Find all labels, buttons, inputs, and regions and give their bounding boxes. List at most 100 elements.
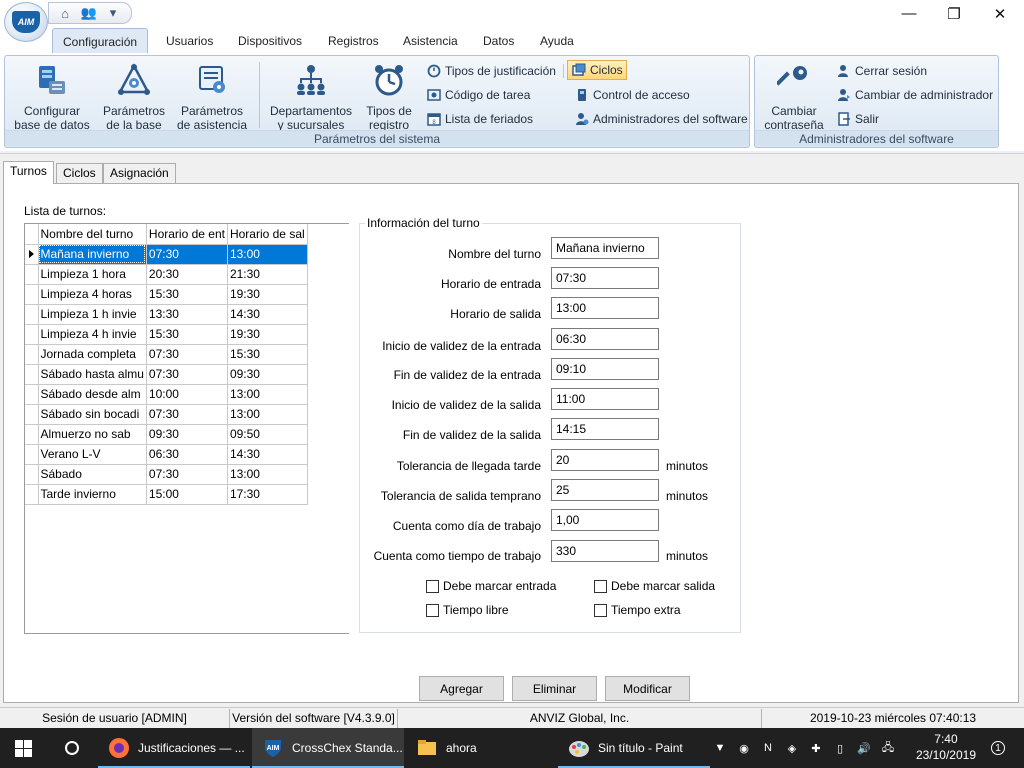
row-selector[interactable] <box>25 424 39 445</box>
tab-ayuda[interactable]: Ayuda <box>530 28 584 54</box>
tab-asignacion[interactable]: Asignación <box>103 163 176 183</box>
entry-validity-start-input[interactable] <box>551 328 659 350</box>
cell-end[interactable]: 14:30 <box>227 304 308 325</box>
cell-start[interactable]: 07:30 <box>146 464 228 485</box>
taskbar-clock[interactable]: 7:40 23/10/2019 <box>916 731 976 763</box>
cell-start[interactable]: 20:30 <box>146 264 228 285</box>
tray-app-icon[interactable]: ◉ <box>736 740 752 756</box>
row-selector[interactable] <box>25 304 39 325</box>
cell-end[interactable]: 21:30 <box>227 264 308 285</box>
row-selector[interactable] <box>25 244 39 265</box>
cell-end[interactable]: 15:30 <box>227 344 308 365</box>
table-row[interactable]: Limpieza 4 h invie 15:30 19:30 <box>25 324 308 345</box>
late-tolerance-input[interactable] <box>551 449 659 471</box>
base-parameters-button[interactable]: Parámetros de la base <box>99 60 169 132</box>
modify-button[interactable]: Modificar <box>605 676 690 701</box>
tab-dispositivos[interactable]: Dispositivos <box>228 28 312 54</box>
row-selector[interactable] <box>25 324 39 345</box>
cell-end[interactable]: 09:50 <box>227 424 308 445</box>
justification-types-button[interactable]: Tipos de justificación <box>423 61 559 81</box>
cell-shift-name[interactable]: Limpieza 4 h invie <box>38 324 147 345</box>
entry-validity-end-input[interactable] <box>551 358 659 380</box>
cell-start[interactable]: 15:30 <box>146 284 228 305</box>
tab-configuracion[interactable]: Configuración <box>52 28 149 54</box>
table-row[interactable]: Sábado hasta almu 07:30 09:30 <box>25 364 308 385</box>
tray-security-icon[interactable]: ◈ <box>784 740 800 756</box>
table-row[interactable]: Verano L-V 06:30 14:30 <box>25 444 308 465</box>
cell-start[interactable]: 06:30 <box>146 444 228 465</box>
cell-end[interactable]: 13:00 <box>227 464 308 485</box>
tab-usuarios[interactable]: Usuarios <box>156 28 223 54</box>
checkbox-box[interactable] <box>594 603 607 617</box>
cell-start[interactable]: 09:30 <box>146 424 228 445</box>
row-selector[interactable] <box>25 464 39 485</box>
taskbar-crosschex[interactable]: AIM CrossChex Standa... <box>252 728 404 768</box>
cell-shift-name[interactable]: Mañana invierno <box>38 244 147 265</box>
logout-button[interactable]: Cerrar sesión <box>833 61 930 81</box>
cycles-button[interactable]: Ciclos <box>567 60 627 80</box>
record-types-button[interactable]: Tipos de registro <box>359 60 419 132</box>
action-center-icon[interactable]: 1 <box>986 740 1010 756</box>
delete-button[interactable]: Eliminar <box>512 676 597 701</box>
table-row[interactable]: Limpieza 1 h invie 13:30 14:30 <box>25 304 308 325</box>
tab-turnos[interactable]: Turnos <box>3 161 54 184</box>
tray-usb-icon[interactable]: ▯ <box>832 740 848 756</box>
work-time-input[interactable] <box>551 540 659 562</box>
column-header-name[interactable]: Nombre del turno <box>38 224 147 245</box>
cell-shift-name[interactable]: Sábado sin bocadi <box>38 404 147 425</box>
app-logo-icon[interactable]: AIM <box>4 2 48 42</box>
add-button[interactable]: Agregar <box>419 676 504 701</box>
row-selector[interactable] <box>25 384 39 405</box>
tray-network-icon[interactable]: 🖧 <box>880 740 896 756</box>
column-header-end[interactable]: Horario de sal <box>227 224 308 245</box>
cell-end[interactable]: 13:00 <box>227 404 308 425</box>
column-header-start[interactable]: Horario de ent <box>146 224 228 245</box>
cell-end[interactable]: 13:00 <box>227 384 308 405</box>
table-row[interactable]: Tarde invierno 15:00 17:30 <box>25 484 308 505</box>
cell-end[interactable]: 14:30 <box>227 444 308 465</box>
people-icon[interactable]: 👥 <box>81 5 97 21</box>
table-row[interactable]: Sábado sin bocadi 07:30 13:00 <box>25 404 308 425</box>
table-row[interactable]: Jornada completa 07:30 15:30 <box>25 344 308 365</box>
tray-crosschex-icon[interactable]: ▼ <box>712 740 728 756</box>
tab-asistencia[interactable]: Asistencia <box>393 28 468 54</box>
table-row[interactable]: Sábado desde alm 10:00 13:00 <box>25 384 308 405</box>
dropdown-icon[interactable]: ▾ <box>105 5 121 21</box>
start-button[interactable] <box>0 728 48 768</box>
tab-datos[interactable]: Datos <box>473 28 524 54</box>
maximize-button[interactable]: ❐ <box>931 0 977 27</box>
cell-start[interactable]: 07:30 <box>146 344 228 365</box>
cell-end[interactable]: 17:30 <box>227 484 308 505</box>
taskbar-paint[interactable]: Sin título - Paint <box>558 728 710 768</box>
cell-end[interactable]: 19:30 <box>227 324 308 345</box>
cell-start[interactable]: 15:30 <box>146 324 228 345</box>
cell-shift-name[interactable]: Sábado <box>38 464 147 485</box>
cell-shift-name[interactable]: Jornada completa <box>38 344 147 365</box>
overtime-checkbox[interactable]: Tiempo extra <box>594 603 681 617</box>
cell-end[interactable]: 13:00 <box>227 244 308 265</box>
must-clock-out-checkbox[interactable]: Debe marcar salida <box>594 579 715 593</box>
cell-shift-name[interactable]: Tarde invierno <box>38 484 147 505</box>
free-time-checkbox[interactable]: Tiempo libre <box>426 603 509 617</box>
cell-shift-name[interactable]: Verano L-V <box>38 444 147 465</box>
row-selector[interactable] <box>25 404 39 425</box>
close-button[interactable]: ✕ <box>977 0 1023 27</box>
table-row[interactable]: Limpieza 4 horas 15:30 19:30 <box>25 284 308 305</box>
cell-shift-name[interactable]: Sábado hasta almu <box>38 364 147 385</box>
row-selector[interactable] <box>25 284 39 305</box>
table-row[interactable]: Limpieza 1 hora 20:30 21:30 <box>25 264 308 285</box>
tab-ciclos[interactable]: Ciclos <box>56 163 103 183</box>
cell-start[interactable]: 07:30 <box>146 244 228 265</box>
departments-button[interactable]: Departamentos y sucursales <box>267 60 355 132</box>
row-selector[interactable] <box>25 264 39 285</box>
early-exit-tolerance-input[interactable] <box>551 479 659 501</box>
checkbox-box[interactable] <box>594 579 607 593</box>
change-admin-button[interactable]: Cambiar de administrador <box>833 85 996 105</box>
cell-shift-name[interactable]: Almuerzo no sab <box>38 424 147 445</box>
tray-shield-icon[interactable]: ✚ <box>808 740 824 756</box>
holiday-list-button[interactable]: 8 Lista de feriados <box>423 109 536 129</box>
exit-validity-end-input[interactable] <box>551 418 659 440</box>
tab-registros[interactable]: Registros <box>318 28 389 54</box>
row-selector[interactable] <box>25 344 39 365</box>
change-password-button[interactable]: Cambiar contraseña <box>761 60 827 132</box>
